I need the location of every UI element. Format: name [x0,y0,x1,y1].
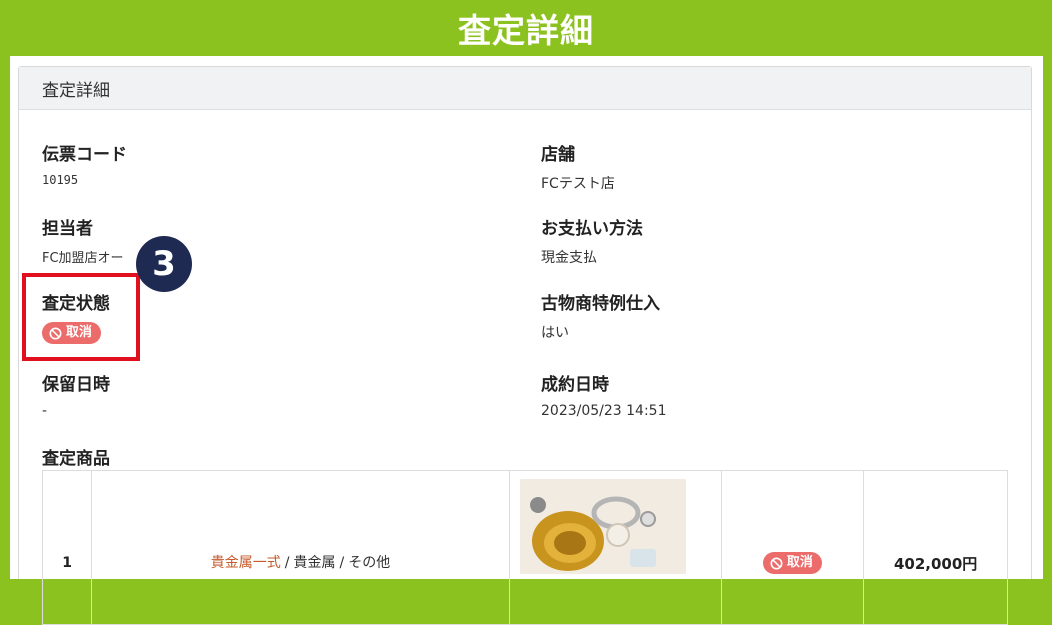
separator: / [339,554,345,571]
staff-label: 担当者 [42,219,93,239]
item-number: 1 [41,470,93,625]
contract-date-field: 成約日時 2023/05/23 14:51 [541,370,667,419]
staff-link[interactable]: FC加盟店オー [42,247,124,266]
item-category: 貴金属 [293,554,336,571]
item-description: 貴金属一式 / 貴金属 / その他 [91,470,510,625]
items-section: 査定商品 [42,444,110,469]
payment-value: 現金支払 [541,250,597,266]
hold-date-value: - [42,403,48,419]
slip-code-value: 10195 [42,173,79,187]
hold-date-label: 保留日時 [42,375,110,395]
item-category-link[interactable]: 貴金属一式 [211,555,281,571]
store-label: 店舗 [541,145,575,165]
antique-value: はい [541,325,569,341]
antique-label: 古物商特例仕入 [541,294,660,314]
step-marker: 3 [136,236,192,292]
status-highlight-box [22,273,140,361]
page-banner: 査定詳細 [0,0,1052,56]
store-link[interactable]: FCテスト店 [541,173,615,193]
payment-label: お支払い方法 [541,219,643,239]
items-table: 1 貴金属一式 / 貴金属 / その他 取消 402,000円 [41,470,1008,625]
hold-date-field: 保留日時 - [42,370,110,419]
payment-field: お支払い方法 現金支払 [541,214,643,267]
item-status-badge-text: 取消 [786,555,813,570]
card-header-title: 査定詳細 [42,80,110,101]
jewelry-photo[interactable] [519,479,686,574]
contract-date-value: 2023/05/23 14:51 [541,403,667,419]
item-status-cell: 取消 [720,470,865,625]
contract-date-label: 成約日時 [541,375,609,395]
antique-field: 古物商特例仕入 はい [541,289,660,342]
table-row: 1 貴金属一式 / 貴金属 / その他 取消 402,000円 [41,470,1008,625]
slip-code-field: 伝票コード 10195 [42,140,127,187]
item-status-badge: 取消 [762,552,822,574]
staff-field: 担当者 FC加盟店オー [42,214,124,266]
separator: / [284,554,290,571]
store-field: 店舗 FCテスト店 [541,140,615,193]
item-price: 402,000円 [863,470,1008,625]
card-header: 査定詳細 [19,67,1031,110]
banner-title: 査定詳細 [458,11,594,50]
item-subcategory: その他 [348,554,391,571]
items-section-label: 査定商品 [42,449,110,469]
item-image-cell [508,470,722,625]
prohibited-icon [770,557,783,570]
slip-code-label: 伝票コード [42,145,127,165]
